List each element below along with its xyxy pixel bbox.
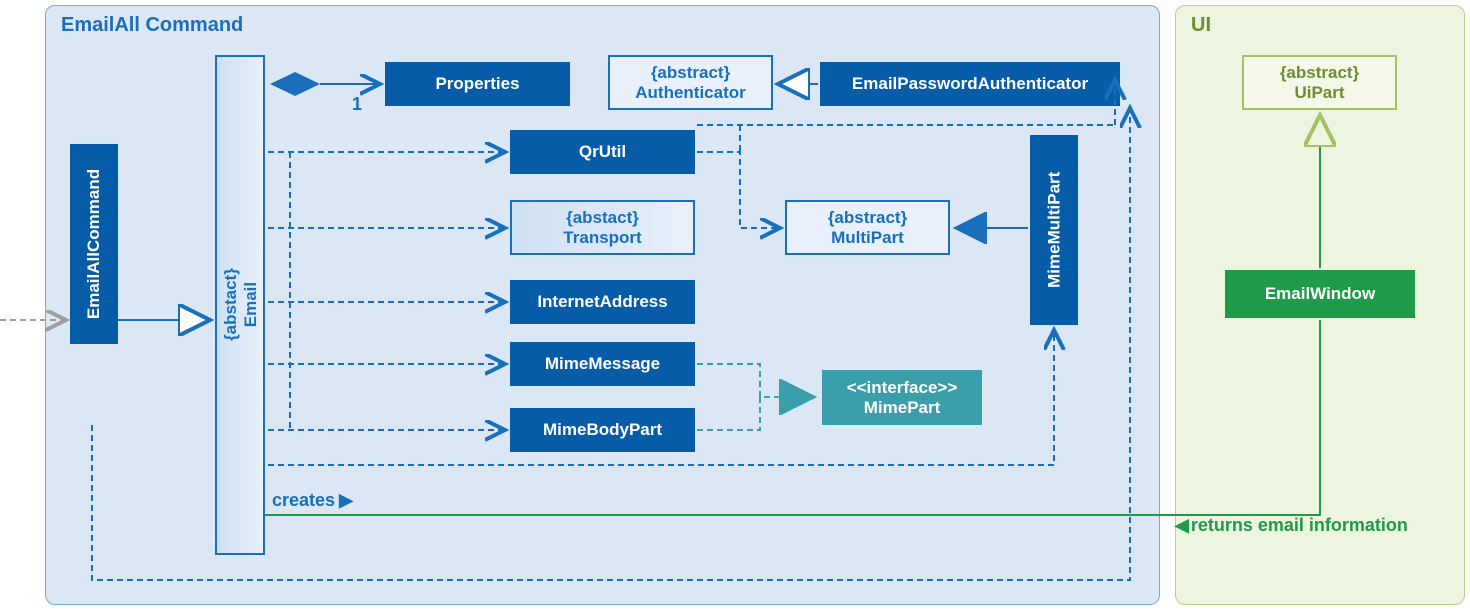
class-email: {abstact} Email (215, 55, 265, 555)
class-properties: Properties (385, 62, 570, 106)
class-uipart: {abstract} UiPart (1242, 55, 1397, 110)
interface-mimepart-stereo: <<interface>> (847, 378, 958, 398)
triangle-icon: ▶ (339, 490, 353, 510)
interface-mimepart-name: MimePart (864, 398, 941, 418)
class-qrutil: QrUtil (510, 130, 695, 174)
label-returns: ◀returns email information (1175, 515, 1408, 536)
class-email-name: Email (240, 282, 260, 327)
class-mimebodypart: MimeBodyPart (510, 408, 695, 452)
class-emailallcommand-label: EmailAllCommand (84, 169, 104, 319)
class-transport-stereo: {abstact} (566, 208, 639, 228)
multiplicity-1: 1 (352, 94, 362, 115)
class-transport-name: Transport (563, 228, 641, 248)
class-multipart-stereo: {abstract} (828, 208, 907, 228)
class-authenticator: {abstract} Authenticator (608, 55, 773, 110)
class-emailpasswordauthenticator-label: EmailPasswordAuthenticator (852, 74, 1088, 94)
class-mimemessage-label: MimeMessage (545, 354, 660, 374)
class-mimebodypart-label: MimeBodyPart (543, 420, 662, 440)
class-mimemessage: MimeMessage (510, 342, 695, 386)
emailall-command-title: EmailAll Command (61, 14, 243, 37)
class-internetaddress: InternetAddress (510, 280, 695, 324)
class-emailpasswordauthenticator: EmailPasswordAuthenticator (820, 62, 1120, 106)
class-mimemultipart-label: MimeMultiPart (1044, 172, 1063, 288)
interface-mimepart: <<interface>> MimePart (822, 370, 982, 425)
class-transport: {abstact} Transport (510, 200, 695, 255)
class-multipart: {abstract} MultiPart (785, 200, 950, 255)
class-uipart-name: UiPart (1294, 83, 1344, 103)
class-properties-label: Properties (435, 74, 519, 94)
class-emailwindow: EmailWindow (1225, 270, 1415, 318)
class-internetaddress-label: InternetAddress (537, 292, 667, 312)
class-authenticator-stereo: {abstract} (651, 63, 730, 83)
class-email-stereo: {abstact} (220, 269, 240, 342)
class-uipart-stereo: {abstract} (1280, 63, 1359, 83)
class-emailallcommand: EmailAllCommand (70, 144, 118, 344)
triangle-icon: ◀ (1175, 515, 1189, 535)
ui-title: UI (1191, 14, 1211, 37)
class-qrutil-label: QrUtil (579, 142, 626, 162)
class-multipart-name: MultiPart (831, 228, 904, 248)
class-mimemultipart: MimeMultiPart (1030, 135, 1078, 325)
label-creates: creates▶ (272, 490, 353, 511)
class-authenticator-name: Authenticator (635, 83, 746, 103)
class-emailwindow-label: EmailWindow (1265, 284, 1375, 304)
